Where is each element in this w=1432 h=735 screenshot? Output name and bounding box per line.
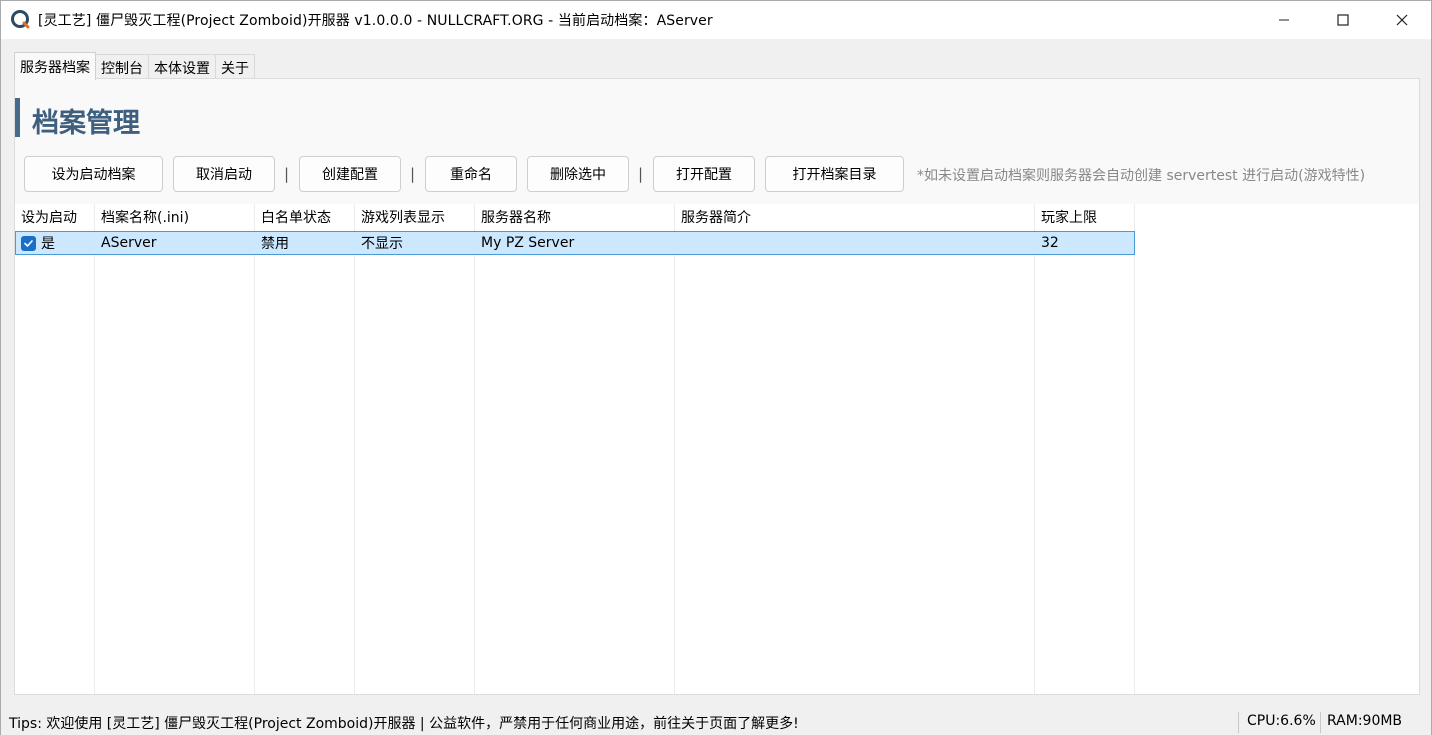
column-divider xyxy=(254,204,255,694)
tab-base-settings[interactable]: 本体设置 xyxy=(148,54,216,80)
column-header-profile-name[interactable]: 档案名称(.ini) xyxy=(95,204,254,229)
column-header-list-display[interactable]: 游戏列表显示 xyxy=(355,204,474,229)
cancel-startup-button[interactable]: 取消启动 xyxy=(173,156,275,192)
column-header-max-players[interactable]: 玩家上限 xyxy=(1035,204,1134,229)
toolbar-separator: | xyxy=(638,165,644,183)
checkbox-checked-icon[interactable] xyxy=(21,235,36,251)
status-divider xyxy=(1320,712,1321,733)
server-name-cell: My PZ Server xyxy=(481,235,575,251)
tab-bar: 服务器档案 控制台 本体设置 关于 xyxy=(14,52,255,80)
column-divider xyxy=(1034,204,1035,694)
profiles-table[interactable]: 设为启动 档案名称(.ini) 白名单状态 游戏列表显示 服务器名称 服务器简介… xyxy=(15,204,1419,694)
rename-button[interactable]: 重命名 xyxy=(425,156,517,192)
tab-server-profiles[interactable]: 服务器档案 xyxy=(14,52,96,80)
window-title: [灵工艺] 僵尸毁灭工程(Project Zomboid)开服器 v1.0.0.… xyxy=(38,13,713,29)
close-icon xyxy=(1396,14,1408,26)
column-divider xyxy=(474,204,475,694)
status-divider xyxy=(1238,712,1239,733)
maximize-icon xyxy=(1337,14,1349,26)
column-divider xyxy=(674,204,675,694)
column-divider xyxy=(354,204,355,694)
description-cell xyxy=(675,231,1034,255)
status-tips: Tips: 欢迎使用 [灵工艺] 僵尸毁灭工程(Project Zomboid)… xyxy=(9,716,799,732)
whitelist-cell: 禁用 xyxy=(261,236,289,252)
page-title: 档案管理 xyxy=(32,108,140,139)
open-config-button[interactable]: 打开配置 xyxy=(653,156,755,192)
startup-hint-text: *如未设置启动档案则服务器会自动创建 servertest 进行启动(游戏特性) xyxy=(917,168,1366,184)
maximize-button[interactable] xyxy=(1314,1,1372,39)
title-bar[interactable]: [灵工艺] 僵尸毁灭工程(Project Zomboid)开服器 v1.0.0.… xyxy=(1,1,1431,39)
profiles-panel: 档案管理 设为启动档案 取消启动 | 创建配置 | 重命名 删除选中 | 打开配… xyxy=(14,78,1420,695)
set-startup-button[interactable]: 设为启动档案 xyxy=(24,156,163,192)
app-window: [灵工艺] 僵尸毁灭工程(Project Zomboid)开服器 v1.0.0.… xyxy=(0,0,1432,735)
section-accent-bar xyxy=(15,98,20,137)
tab-console[interactable]: 控制台 xyxy=(95,54,149,80)
tab-about[interactable]: 关于 xyxy=(215,54,255,80)
profile-name-cell: AServer xyxy=(101,235,157,251)
column-header-startup[interactable]: 设为启动 xyxy=(15,204,94,229)
minimize-button[interactable] xyxy=(1255,1,1313,39)
column-divider xyxy=(94,204,95,694)
startup-cell[interactable]: 是 xyxy=(15,231,94,255)
cpu-usage: CPU:6.6% xyxy=(1247,713,1316,729)
ram-usage: RAM:90MB xyxy=(1327,713,1403,729)
column-header-whitelist[interactable]: 白名单状态 xyxy=(255,204,354,229)
column-divider xyxy=(1134,204,1135,694)
minimize-icon xyxy=(1279,19,1289,21)
status-bar: Tips: 欢迎使用 [灵工艺] 僵尸毁灭工程(Project Zomboid)… xyxy=(1,709,1431,735)
max-players-cell: 32 xyxy=(1041,235,1059,251)
app-logo-icon xyxy=(11,10,30,29)
list-display-cell: 不显示 xyxy=(361,236,403,252)
toolbar-separator: | xyxy=(284,165,290,183)
toolbar-separator: | xyxy=(410,165,416,183)
open-profile-dir-button[interactable]: 打开档案目录 xyxy=(765,156,904,192)
startup-value: 是 xyxy=(41,236,55,252)
column-header-server-name[interactable]: 服务器名称 xyxy=(475,204,674,229)
delete-selected-button[interactable]: 删除选中 xyxy=(527,156,629,192)
column-header-description[interactable]: 服务器简介 xyxy=(675,204,1034,229)
create-config-button[interactable]: 创建配置 xyxy=(299,156,401,192)
close-button[interactable] xyxy=(1373,1,1431,39)
